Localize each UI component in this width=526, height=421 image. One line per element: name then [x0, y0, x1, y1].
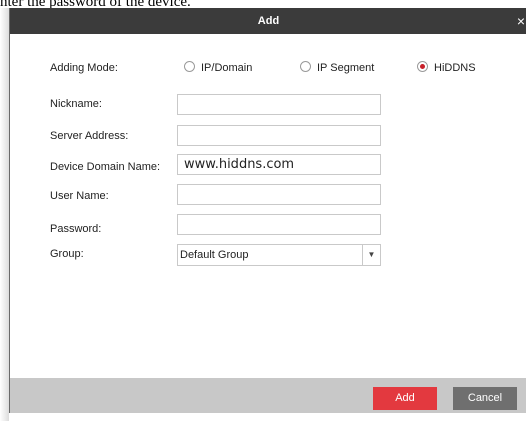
window-shadow [0, 8, 9, 421]
cancel-button[interactable]: Cancel [453, 387, 517, 410]
dialog-titlebar: Add × [10, 8, 526, 34]
group-label: Group: [50, 248, 84, 260]
radio-hiddns[interactable]: HiDDNS [417, 61, 476, 75]
adding-mode-label: Adding Mode: [50, 62, 118, 74]
radio-selected-icon [417, 61, 428, 72]
user-name-label: User Name: [50, 190, 109, 202]
server-address-field[interactable] [177, 125, 381, 146]
dialog-title: Add [257, 15, 280, 27]
device-domain-name-field[interactable] [177, 154, 381, 175]
server-address-label: Server Address: [50, 130, 129, 142]
password-label: Password: [50, 223, 102, 235]
user-name-field[interactable] [177, 184, 381, 205]
close-icon[interactable]: × [517, 8, 525, 34]
radio-ip-domain-label: IP/Domain [201, 62, 253, 74]
radio-circle-icon [184, 61, 195, 72]
nickname-label: Nickname: [50, 98, 102, 110]
radio-circle-icon [300, 61, 311, 72]
radio-ip-segment[interactable]: IP Segment [300, 61, 374, 75]
password-field[interactable] [177, 214, 381, 235]
group-select-value: Default Group [180, 249, 249, 261]
dialog-footer: Add Cancel [10, 378, 526, 413]
group-select[interactable]: Default Group ▼ [177, 244, 381, 266]
add-button[interactable]: Add [373, 387, 437, 410]
radio-ip-domain[interactable]: IP/Domain [184, 61, 252, 75]
chevron-down-icon[interactable]: ▼ [362, 245, 380, 265]
add-device-dialog: Add × Adding Mode: IP/Domain IP Segment … [9, 8, 526, 413]
radio-hiddns-label: HiDDNS [434, 62, 476, 74]
device-domain-name-label: Device Domain Name: [50, 161, 161, 173]
nickname-field[interactable] [177, 94, 381, 115]
radio-ip-segment-label: IP Segment [317, 62, 375, 74]
